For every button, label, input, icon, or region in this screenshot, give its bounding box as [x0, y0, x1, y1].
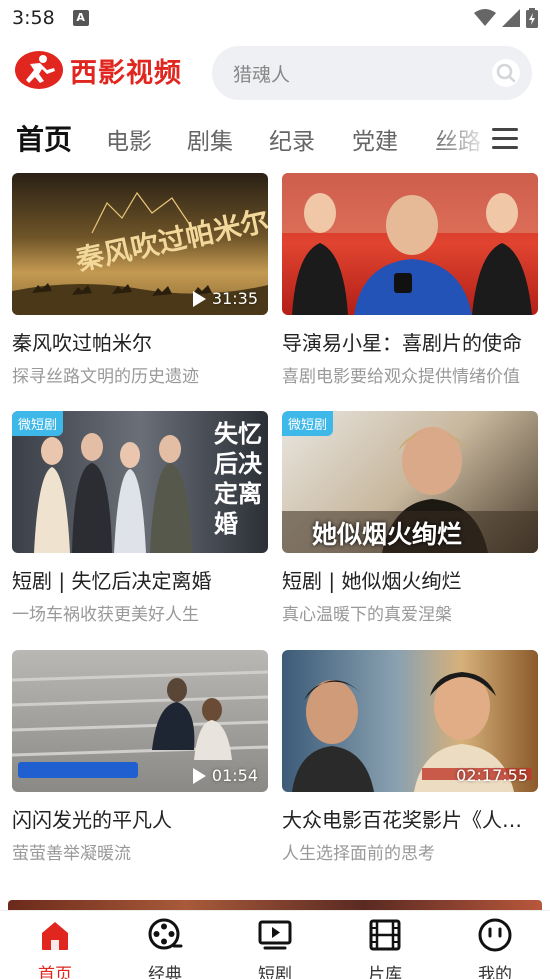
card-subtitle: 探寻丝路文明的历史遗迹: [12, 367, 199, 387]
tab-party-building[interactable]: 党建: [352, 122, 398, 156]
nav-label: 短剧: [258, 965, 292, 979]
video-card[interactable]: 01:54 闪闪发光的平凡人 萤萤善举凝暖流: [12, 650, 268, 864]
tab-home[interactable]: 首页: [16, 118, 72, 158]
signal-icon: [502, 9, 520, 27]
director-interview-art: [282, 173, 538, 315]
card-title[interactable]: 秦风吹过帕米尔: [12, 327, 268, 356]
duration-text: 01:54: [211, 766, 258, 785]
logo-text: 西影视频: [70, 57, 182, 89]
home-icon: [42, 922, 68, 950]
bottom-nav: 首页 经典 短剧 片库 我的: [0, 910, 550, 979]
micro-drama-badge: 微短剧: [12, 411, 64, 436]
micro-drama-badge: 微短剧: [282, 411, 334, 436]
card-title[interactable]: 大众电影百花奖影片《人生》: [282, 804, 538, 833]
nav-label: 首页: [38, 965, 72, 979]
video-card[interactable]: 她似烟火绚烂 微短剧 短剧 | 她似烟火绚烂 真心温暖下的真爱涅槃: [282, 411, 538, 625]
play-icon: [192, 767, 206, 784]
tab-fade: [432, 114, 492, 164]
search-icon[interactable]: [492, 59, 520, 87]
card-subtitle: 人生选择面前的思考: [282, 844, 435, 864]
app-header: 西影视频 猎魂人: [0, 42, 550, 104]
card-title[interactable]: 导演易小星：喜剧片的使命: [282, 327, 538, 356]
video-duration: 31:35: [192, 289, 258, 308]
video-thumbnail[interactable]: [282, 173, 538, 315]
video-duration: 02:17:55: [456, 766, 528, 785]
runner-logo-icon: [15, 51, 63, 89]
category-tabs: 首页 电影 剧集 纪录 党建 丝路: [0, 114, 550, 164]
play-screen-icon: [258, 920, 292, 950]
menu-icon[interactable]: [492, 128, 518, 150]
card-title[interactable]: 闪闪发光的平凡人: [12, 804, 268, 833]
battery-icon: [526, 8, 538, 28]
video-thumbnail[interactable]: 02:17:55: [282, 650, 538, 792]
search-input[interactable]: 猎魂人: [212, 46, 532, 100]
video-duration: 01:54: [192, 766, 258, 785]
duration-text: 31:35: [211, 289, 258, 308]
tab-series[interactable]: 剧集: [187, 122, 233, 156]
card-subtitle: 真心温暖下的真爱涅槃: [282, 605, 452, 625]
profile-face-icon: [478, 918, 512, 952]
film-reel-icon: [148, 918, 183, 950]
notification-icon: A: [72, 10, 89, 26]
wifi-icon: [474, 9, 496, 26]
video-thumbnail[interactable]: 01:54: [12, 650, 268, 792]
film-strip-icon: [369, 919, 401, 951]
app-logo[interactable]: 西影视频: [14, 50, 182, 90]
video-thumbnail[interactable]: 她似烟火绚烂 微短剧: [282, 411, 538, 553]
video-card[interactable]: 秦风吹过帕米尔 31:35 秦风吹过帕米尔 探寻丝路文明的历史遗迹: [12, 173, 268, 387]
card-subtitle: 萤萤善举凝暖流: [12, 844, 131, 864]
nav-classics[interactable]: 经典: [125, 917, 205, 979]
card-subtitle: 一场车祸收获更美好人生: [12, 605, 199, 625]
video-card[interactable]: 导演易小星：喜剧片的使命 喜剧电影要给观众提供情绪价值: [282, 173, 538, 387]
video-thumbnail[interactable]: 秦风吹过帕米尔 31:35: [12, 173, 268, 315]
video-card[interactable]: 失忆后决定离婚 微短剧 短剧 | 失忆后决定离婚 一场车祸收获更美好人生: [12, 411, 268, 625]
video-thumbnail[interactable]: 失忆后决定离婚 微短剧: [12, 411, 268, 553]
nav-label: 经典: [148, 965, 182, 979]
thumbnail-caption: 失忆后决定离婚: [214, 419, 262, 538]
thumbnail-caption: 她似烟火绚烂: [312, 520, 463, 549]
card-title[interactable]: 短剧 | 失忆后决定离婚: [12, 565, 268, 594]
tab-movies[interactable]: 电影: [106, 122, 152, 156]
nav-label: 我的: [478, 965, 512, 979]
nav-label: 片库: [368, 965, 402, 979]
status-bar: 3:58 A: [0, 0, 550, 36]
status-time: 3:58: [12, 7, 55, 29]
play-icon: [192, 290, 206, 307]
nav-profile[interactable]: 我的: [455, 917, 535, 979]
video-card[interactable]: 02:17:55 大众电影百花奖影片《人生》 人生选择面前的思考: [282, 650, 538, 864]
card-title[interactable]: 短剧 | 她似烟火绚烂: [282, 565, 538, 594]
nav-home[interactable]: 首页: [15, 917, 95, 979]
nav-short-drama[interactable]: 短剧: [235, 917, 315, 979]
card-subtitle: 喜剧电影要给观众提供情绪价值: [282, 367, 520, 387]
duration-text: 02:17:55: [456, 766, 528, 785]
tab-documentary[interactable]: 纪录: [269, 122, 315, 156]
status-icons: [474, 8, 538, 28]
search-placeholder: 猎魂人: [233, 64, 291, 86]
nav-library[interactable]: 片库: [345, 917, 425, 979]
